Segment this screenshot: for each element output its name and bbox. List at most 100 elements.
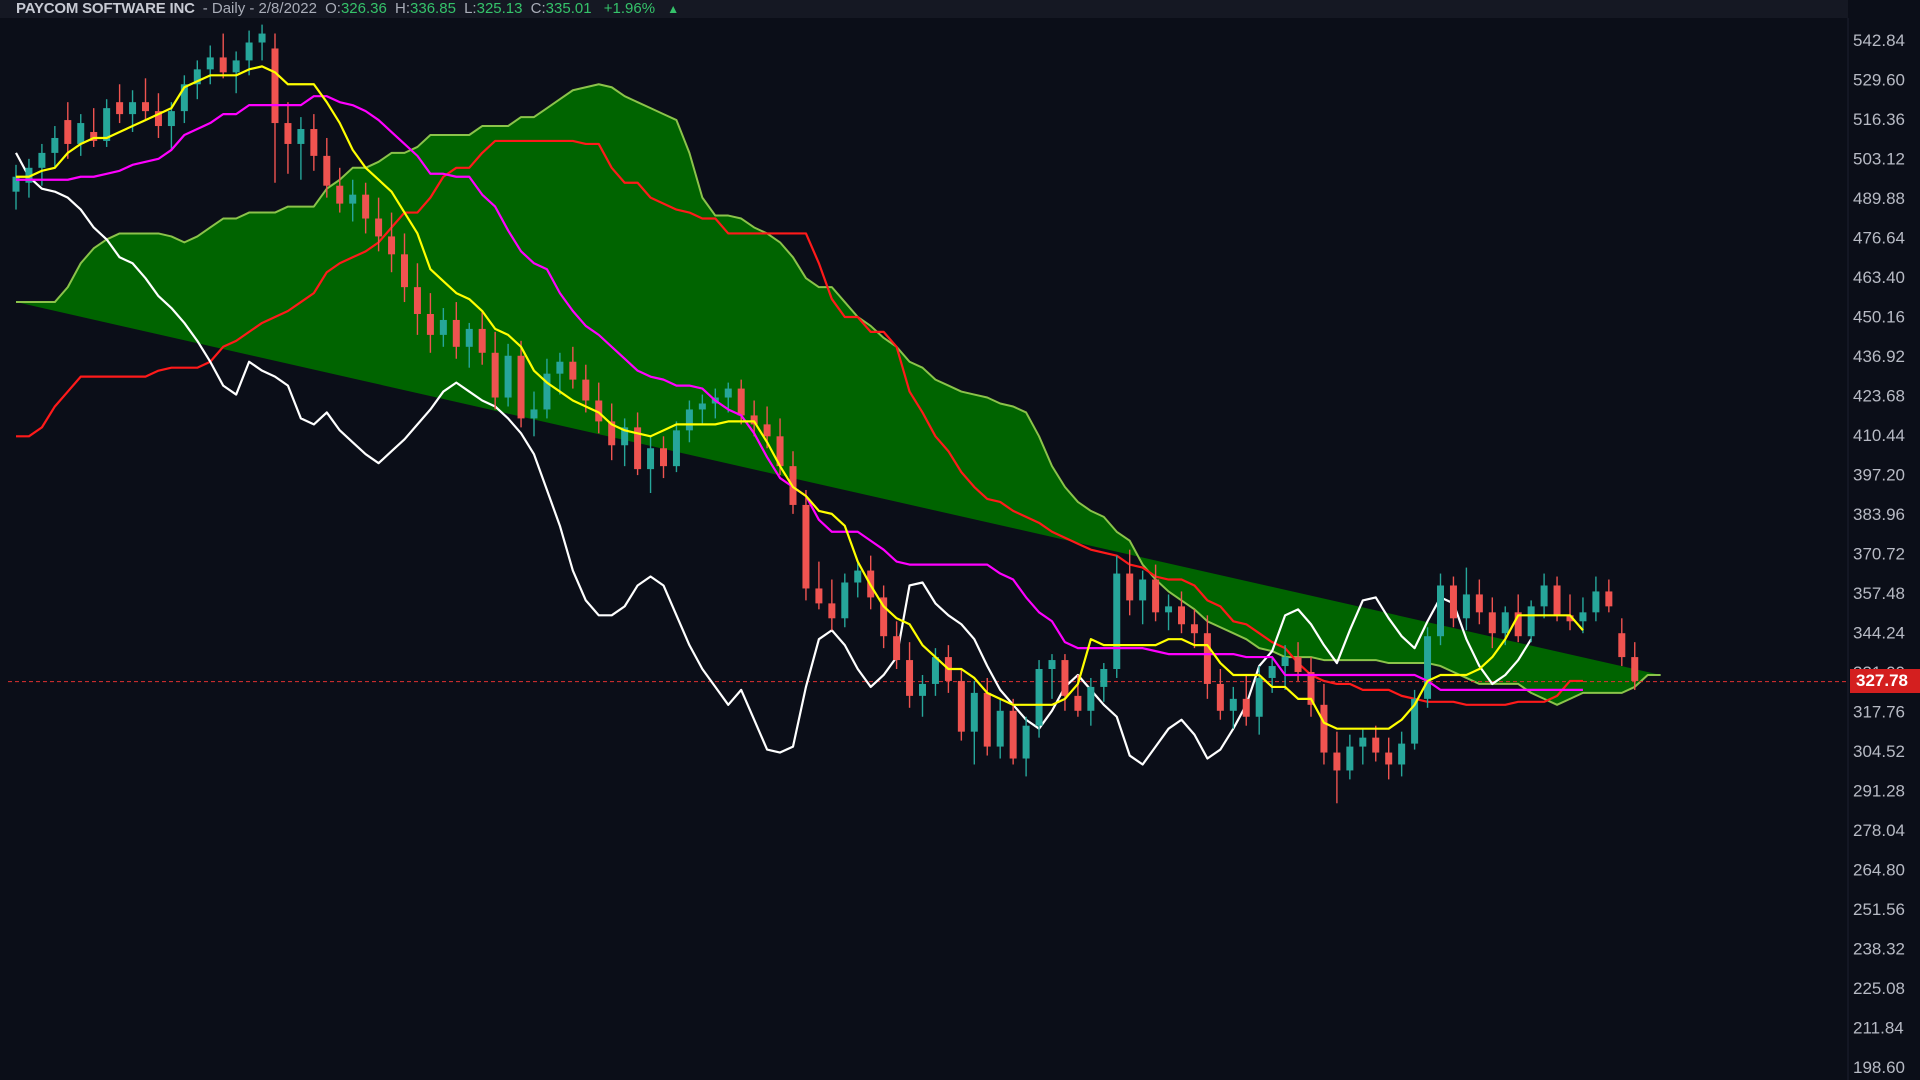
candle-body	[1113, 573, 1121, 670]
candle-body	[1320, 704, 1328, 753]
y-tick-label: 383.96	[1853, 505, 1905, 524]
candle-body	[310, 129, 318, 156]
candle-body	[116, 102, 124, 115]
candle-body	[931, 657, 939, 684]
y-tick-label: 542.84	[1853, 31, 1905, 50]
candle-body	[1462, 594, 1470, 619]
candle-body	[1437, 585, 1444, 637]
candle-body	[1100, 669, 1108, 687]
plot-background	[0, 18, 1848, 1080]
candle-body	[1488, 612, 1496, 634]
ichimoku-chart[interactable]: 542.84 529.60 516.36 503.12 489.88 476.64 463.…	[0, 0, 1920, 1080]
candle-body	[323, 155, 331, 186]
candle-body	[1087, 686, 1095, 711]
candle-body	[1022, 725, 1030, 759]
candle-body	[1048, 660, 1056, 670]
candle-body	[1190, 624, 1198, 634]
candle-body	[582, 379, 590, 401]
y-tick-label: 264.80	[1853, 861, 1905, 880]
candle-body	[957, 680, 965, 732]
candle-body	[1618, 633, 1626, 658]
candle-body	[375, 218, 383, 237]
y-tick-label: 198.60	[1853, 1058, 1905, 1077]
candle-body	[815, 588, 823, 604]
candle-body	[297, 129, 305, 144]
candle-body	[1449, 585, 1457, 619]
candle-body	[1631, 657, 1639, 681]
candle-body	[737, 388, 745, 416]
candle-body	[724, 388, 732, 398]
candle-body	[284, 123, 292, 144]
candle-body	[491, 352, 499, 398]
y-tick-label: 503.12	[1853, 150, 1905, 169]
y-tick-label: 489.88	[1853, 189, 1905, 208]
y-tick-label: 516.36	[1853, 110, 1905, 129]
candle-body	[685, 409, 693, 431]
candle-body	[1165, 606, 1173, 613]
y-tick-label: 225.08	[1853, 979, 1905, 998]
candle-body	[1372, 737, 1380, 753]
candle-body	[569, 361, 577, 380]
candle-body	[1553, 585, 1561, 616]
y-tick-label: 251.56	[1853, 900, 1905, 919]
y-tick-label: 476.64	[1853, 229, 1905, 248]
candle-body	[556, 361, 564, 374]
candle-body	[1424, 636, 1432, 699]
current-price-badge: 327.78	[1850, 669, 1920, 693]
candle-body	[1540, 585, 1548, 607]
candle-body	[970, 692, 978, 732]
candle-body	[698, 403, 706, 410]
candle-body	[388, 236, 396, 255]
y-tick-label: 317.76	[1853, 703, 1905, 722]
candle-body	[841, 582, 849, 619]
candle-body	[1475, 594, 1483, 613]
candle-body	[232, 60, 240, 73]
candle-body	[1035, 669, 1043, 726]
candle-body	[1385, 752, 1393, 765]
y-tick-label: 278.04	[1853, 821, 1905, 840]
candle-body	[77, 123, 85, 144]
candle-body	[1592, 591, 1600, 613]
candle-body	[1203, 633, 1211, 684]
candle-body	[1605, 591, 1613, 607]
candle-body	[142, 102, 149, 112]
candle-body	[245, 42, 253, 61]
candle-body	[1346, 746, 1354, 771]
candle-body	[1579, 612, 1587, 622]
candle-body	[206, 57, 214, 70]
candle-body	[906, 660, 914, 696]
candle-body	[647, 448, 655, 470]
candle-body	[983, 692, 991, 747]
candle-body	[1268, 666, 1276, 678]
candle-body	[1009, 710, 1017, 759]
candle-body	[413, 287, 421, 314]
y-tick-label: 304.52	[1853, 742, 1905, 761]
candle-body	[828, 603, 836, 619]
y-tick-label: 450.16	[1853, 308, 1905, 327]
candle-body	[129, 102, 137, 115]
candle-body	[672, 430, 680, 467]
candle-body	[1333, 752, 1341, 771]
candle-body	[1242, 698, 1250, 717]
candle-body	[919, 683, 926, 696]
y-tick-label: 423.68	[1853, 387, 1905, 406]
y-tick-label: 529.60	[1853, 71, 1905, 90]
y-tick-label: 357.48	[1853, 584, 1905, 603]
y-tick-label: 344.24	[1853, 624, 1905, 643]
candle-body	[893, 636, 901, 661]
candle-body	[439, 319, 447, 335]
candle-body	[1501, 612, 1509, 634]
candle-body	[1216, 683, 1224, 711]
candle-body	[478, 328, 486, 353]
candle-body	[1061, 660, 1069, 696]
candle-body	[1281, 657, 1289, 667]
candle-body	[38, 152, 46, 168]
y-tick-label: 291.28	[1853, 782, 1905, 801]
candle-body	[996, 710, 1004, 747]
candle-body	[258, 33, 266, 43]
y-tick-label: 397.20	[1853, 466, 1905, 485]
candle-body	[1139, 579, 1147, 601]
y-tick-label: 436.92	[1853, 347, 1905, 366]
candle-body	[1229, 698, 1237, 711]
y-tick-label: 238.32	[1853, 940, 1905, 959]
